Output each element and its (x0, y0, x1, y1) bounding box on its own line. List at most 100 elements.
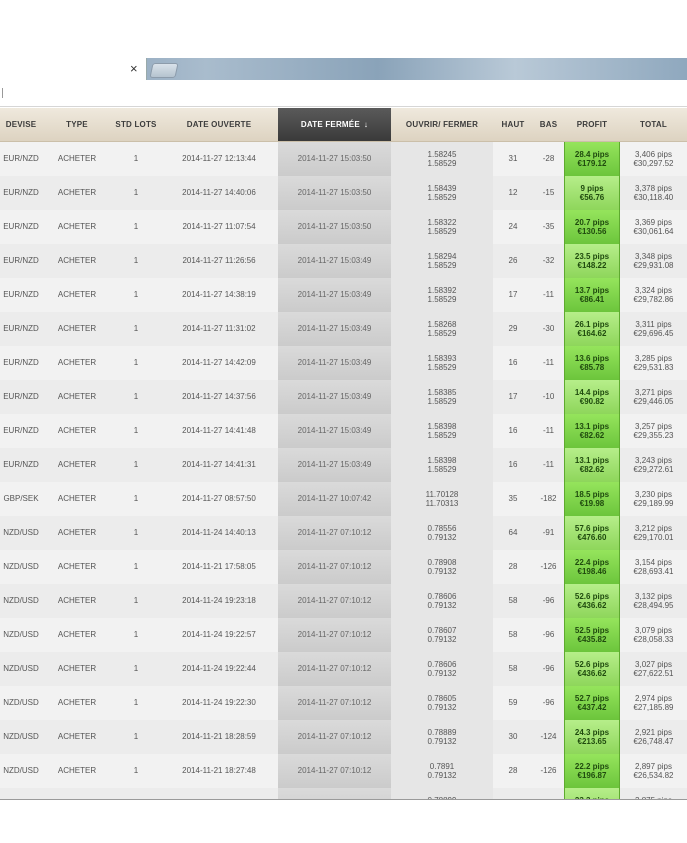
table-row[interactable]: EUR/NZD ACHETER 1 2014-11-27 14:41:48 2014-1… (0, 414, 687, 449)
profit-pips: 26.1 pips (574, 320, 610, 329)
open-price: 1.58392 (427, 286, 457, 295)
cell-profit: 20.7 pips €130.56 (564, 210, 620, 244)
col-devise[interactable]: DEVISE (0, 108, 42, 141)
profit-pips: 20.7 pips (574, 218, 610, 227)
cell-ouvrir-fermer: 1.58268 1.58529 (391, 312, 493, 346)
cell-haut: 30 (508, 732, 518, 741)
cell-total: 3,271 pips €29,446.05 (620, 380, 687, 414)
profit-pips: 13.1 pips (574, 456, 610, 465)
cell-date-ouverte: 2014-11-27 11:07:54 (182, 222, 256, 231)
cell-bas: -124 (540, 732, 557, 741)
total-eur: €28,693.41 (633, 567, 674, 576)
col-profit[interactable]: PROFIT (564, 108, 620, 141)
cell-date-fermee: 2014-11-27 07:10:12 (278, 584, 391, 618)
cell-devise: EUR/NZD (3, 290, 39, 299)
cell-std-lots: 1 (133, 732, 139, 741)
cell-date-fermee: 2014-11-27 15:03:49 (278, 380, 391, 414)
table-row[interactable]: NZD/USD ACHETER 1 2014-11-24 19:23:18 2014-1… (0, 584, 687, 619)
cell-type: ACHETER (57, 358, 97, 367)
cell-haut: 16 (508, 358, 518, 367)
cell-type: ACHETER (57, 528, 97, 537)
cell-profit: 14.4 pips €90.82 (564, 380, 620, 414)
col-bas[interactable]: BAS (533, 108, 564, 141)
cell-haut: 28 (508, 766, 518, 775)
trades-table: DEVISE TYPE STD LOTS DATE OUVERTE DATE F… (0, 108, 687, 800)
cell-type: ACHETER (57, 732, 97, 741)
profit-eur: €86.41 (579, 295, 605, 304)
open-price: 0.78605 (427, 694, 457, 703)
table-row[interactable]: NZD/USD ACHETER 1 2014-11-21 18:27:48 2014-1… (0, 754, 687, 789)
total-eur: €29,531.83 (633, 363, 674, 372)
cell-profit: 18.5 pips €19.98 (564, 482, 620, 516)
col-type[interactable]: TYPE (42, 108, 112, 141)
open-price: 1.58294 (427, 252, 457, 261)
table-row[interactable]: NZD/USD ACHETER 1 2014-11-24 14:40:13 2014-1… (0, 516, 687, 551)
table-row[interactable]: NZD/USD ACHETER 1 2014-11-24 19:22:30 2014-1… (0, 686, 687, 721)
profit-pips: 18.5 pips (574, 490, 610, 499)
cell-haut: 16 (508, 460, 518, 469)
cell-date-ouverte: 2014-11-27 14:41:48 (182, 426, 256, 435)
table-row[interactable]: EUR/NZD ACHETER 1 2014-11-27 14:37:56 2014-1… (0, 380, 687, 415)
cell-date-fermee: 2014-11-27 15:03:50 (278, 210, 391, 244)
cell-devise: NZD/USD (3, 732, 39, 741)
col-date-ouverte[interactable]: DATE OUVERTE (160, 108, 278, 141)
cell-total: 2,897 pips €26,534.82 (620, 754, 687, 788)
table-row[interactable]: EUR/NZD ACHETER 1 2014-11-27 11:07:54 2014-1… (0, 210, 687, 245)
table-row[interactable]: EUR/NZD ACHETER 1 2014-11-27 14:40:06 2014-1… (0, 176, 687, 211)
open-price: 1.58439 (427, 184, 457, 193)
total-eur: €29,189.99 (633, 499, 674, 508)
browser-tab[interactable]: × (0, 58, 147, 80)
table-row[interactable]: EUR/NZD ACHETER 1 2014-11-27 12:13:44 2014-1… (0, 142, 687, 177)
close-price: 1.58529 (427, 159, 457, 168)
profit-eur: €85.78 (579, 363, 605, 372)
table-row[interactable]: EUR/NZD ACHETER 1 2014-11-27 14:41:31 2014-1… (0, 448, 687, 483)
total-eur: €26,534.82 (633, 771, 674, 780)
close-tab-icon[interactable]: × (130, 61, 138, 77)
cell-haut: 59 (508, 698, 518, 707)
open-price: 11.70128 (425, 490, 459, 499)
cell-total: 2,921 pips €26,748.47 (620, 720, 687, 754)
cell-ouvrir-fermer: 1.58385 1.58529 (391, 380, 493, 414)
address-bar[interactable] (0, 80, 687, 107)
table-row[interactable]: EUR/NZD ACHETER 1 2014-11-27 11:26:56 2014-1… (0, 244, 687, 279)
col-ouvrir-fermer[interactable]: OUVRIR/ FERMER (391, 108, 493, 141)
cell-profit: 52.5 pips €435.82 (564, 618, 620, 652)
cell-devise: EUR/NZD (3, 392, 39, 401)
cell-bas: -96 (542, 664, 555, 673)
cell-ouvrir-fermer: 1.58392 1.58529 (391, 278, 493, 312)
cell-bas: -126 (540, 766, 557, 775)
cell-bas: -11 (543, 358, 554, 367)
table-row[interactable]: NZD/USD ACHETER 1 2014-11-21 18:28:59 2014-1… (0, 720, 687, 755)
profit-pips: 13.1 pips (574, 422, 610, 431)
cell-date-fermee: 2014-11-27 07:10:12 (278, 516, 391, 550)
cell-haut: 35 (508, 494, 518, 503)
cell-devise: GBP/SEK (3, 494, 39, 503)
cell-profit: 52.6 pips €436.62 (564, 652, 620, 686)
cell-date-fermee: 2014-11-27 15:03:49 (278, 346, 391, 380)
table-row[interactable]: GBP/SEK ACHETER 1 2014-11-27 08:57:50 2014-1… (0, 482, 687, 517)
cell-type: ACHETER (57, 392, 97, 401)
cell-bas: -126 (540, 562, 557, 571)
profit-eur: €435.82 (577, 635, 607, 644)
cell-total: 2,974 pips €27,185.89 (620, 686, 687, 720)
table-row[interactable]: NZD/USD ACHETER 1 2014-11-24 19:22:57 2014-1… (0, 618, 687, 653)
table-row[interactable]: EUR/NZD ACHETER 1 2014-11-27 11:31:02 2014-1… (0, 312, 687, 347)
total-eur: €29,355.23 (633, 431, 674, 440)
col-std-lots[interactable]: STD LOTS (112, 108, 160, 141)
table-row[interactable]: EUR/NZD ACHETER 1 2014-11-27 14:38:19 2014-1… (0, 278, 687, 313)
col-date-fermee[interactable]: DATE FERMÉE ↓ (278, 108, 391, 141)
cell-type: ACHETER (57, 460, 97, 469)
col-total[interactable]: TOTAL (620, 108, 687, 141)
close-price: 0.79132 (427, 635, 457, 644)
cell-profit: 22.4 pips €198.46 (564, 550, 620, 584)
new-tab-button[interactable] (149, 63, 179, 78)
profit-pips: 23.5 pips (574, 252, 610, 261)
cell-total: 3,132 pips €28,494.95 (620, 584, 687, 618)
cell-ouvrir-fermer: 0.78556 0.79132 (391, 516, 493, 550)
cell-haut: 58 (508, 664, 518, 673)
table-row[interactable]: EUR/NZD ACHETER 1 2014-11-27 14:42:09 2014-1… (0, 346, 687, 381)
cell-ouvrir-fermer: 0.78606 0.79132 (391, 584, 493, 618)
table-row[interactable]: NZD/USD ACHETER 1 2014-11-24 19:22:44 2014-1… (0, 652, 687, 687)
col-haut[interactable]: HAUT (493, 108, 533, 141)
table-row[interactable]: NZD/USD ACHETER 1 2014-11-21 17:58:05 2014-1… (0, 550, 687, 585)
